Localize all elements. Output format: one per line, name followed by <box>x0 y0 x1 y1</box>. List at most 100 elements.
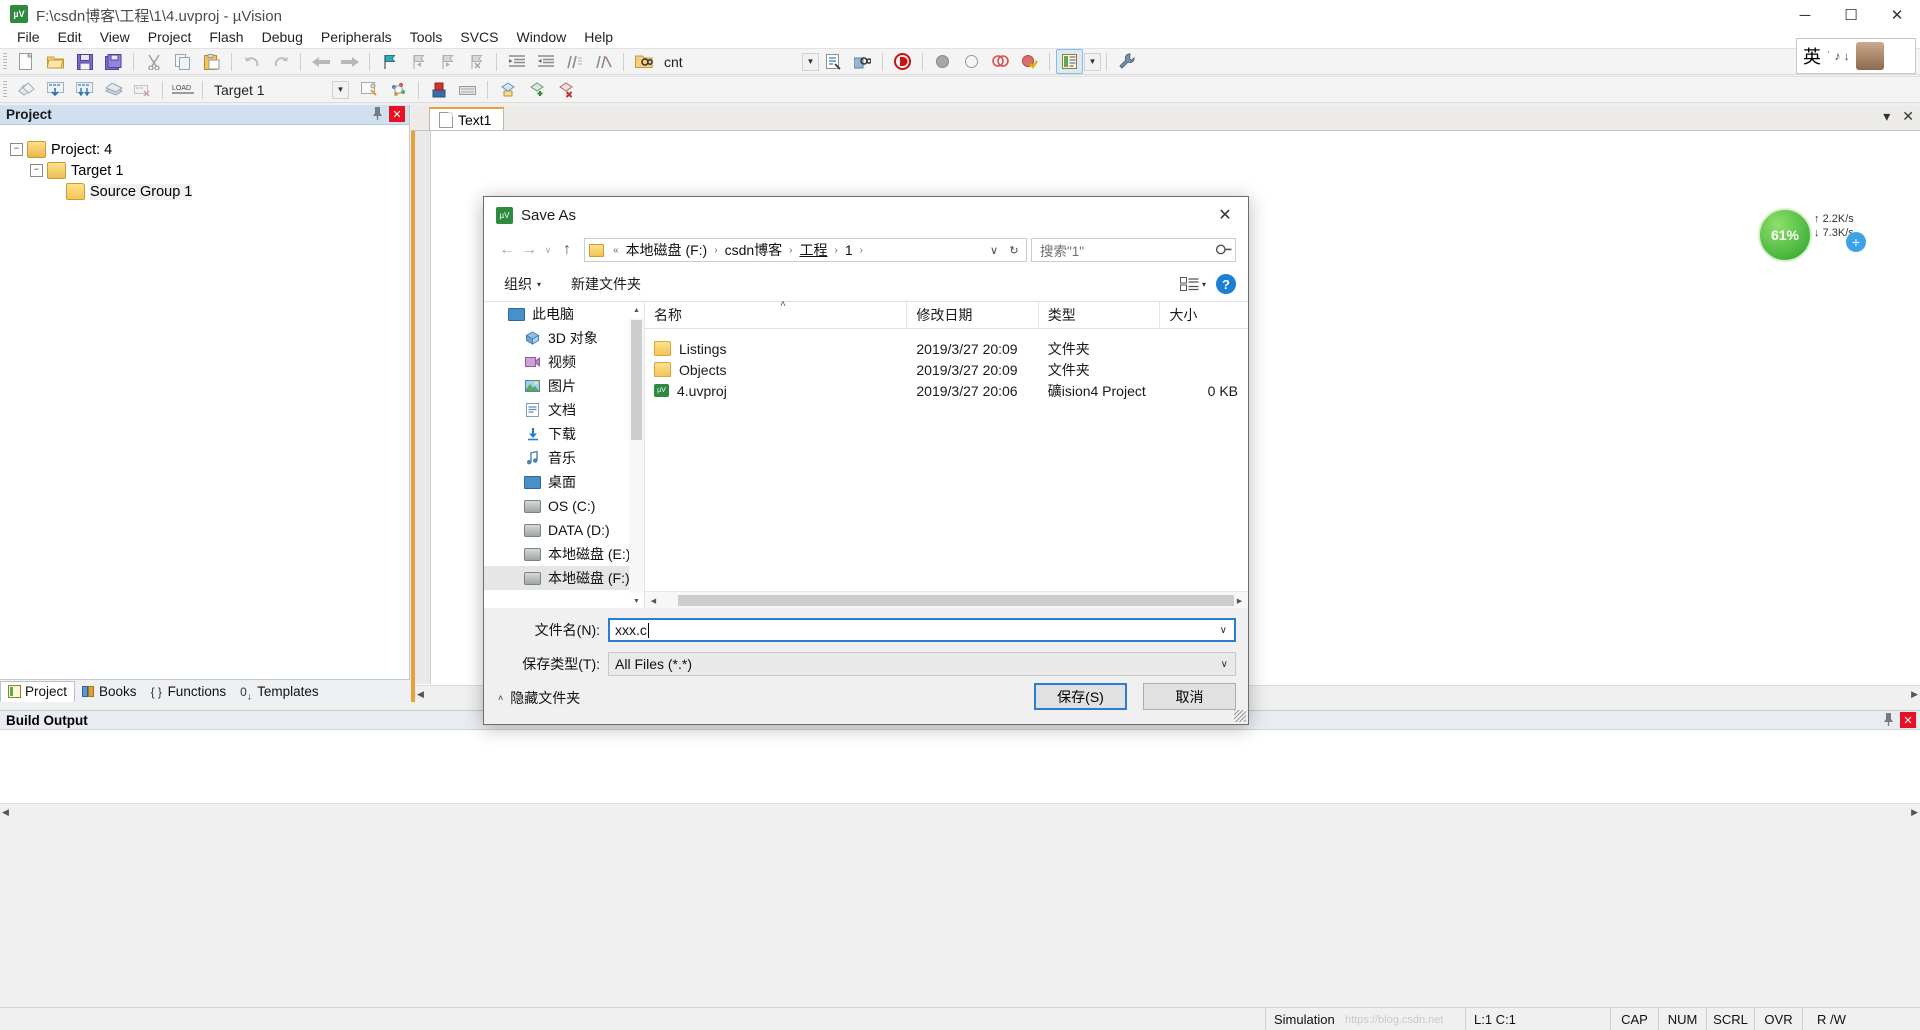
nav-item-this-pc[interactable]: 此电脑 <box>484 302 644 326</box>
manage-components-icon[interactable] <box>385 77 412 102</box>
tab-functions[interactable]: { } Functions <box>144 682 234 701</box>
breakpoint-icon[interactable] <box>929 49 956 74</box>
scroll-right-icon[interactable]: ▶ <box>1911 807 1918 818</box>
debug-icon[interactable] <box>889 49 916 74</box>
open-file-icon[interactable] <box>42 49 69 74</box>
breadcrumb-item-1[interactable]: csdn博客 <box>722 239 786 261</box>
breakpoint-kill-all-icon[interactable] <box>987 49 1014 74</box>
column-header-name[interactable]: 名称 ˄ <box>645 299 908 328</box>
outdent-icon[interactable] <box>532 49 559 74</box>
nav-item-documents[interactable]: 文档 <box>484 398 644 422</box>
menu-help[interactable]: Help <box>575 26 622 48</box>
nav-item-local-disk-f[interactable]: 本地磁盘 (F:) <box>484 566 644 590</box>
filetype-select[interactable]: All Files (*.*) ∨ <box>608 652 1236 676</box>
column-header-modified[interactable]: 修改日期 <box>907 302 1039 328</box>
back-button[interactable]: ← <box>496 238 518 262</box>
uncomment-icon[interactable] <box>590 49 617 74</box>
filename-input[interactable]: xxx.c ∨ <box>608 618 1236 642</box>
bookmark-next-icon[interactable] <box>434 49 461 74</box>
target-select-value[interactable]: Target 1 <box>208 82 332 98</box>
scroll-down-icon[interactable]: ▼ <box>629 593 644 609</box>
scroll-right-icon[interactable]: ▶ <box>1911 689 1918 700</box>
nav-item-music[interactable]: 音乐 <box>484 446 644 470</box>
rebuild-icon[interactable] <box>42 77 69 102</box>
incremental-find-icon[interactable] <box>820 49 847 74</box>
tree-node-target[interactable]: − Target 1 <box>8 160 409 181</box>
search-input[interactable]: 搜索"1" <box>1031 238 1236 262</box>
breadcrumb-separator[interactable]: › <box>710 245 721 256</box>
find-in-files-icon[interactable] <box>630 49 657 74</box>
navigation-pane-scrollbar[interactable]: ▲ ▼ <box>629 302 644 609</box>
dialog-close-button[interactable]: ✕ <box>1202 197 1248 233</box>
new-target-icon[interactable] <box>523 77 550 102</box>
chevron-down-icon[interactable]: ∨ <box>1220 625 1232 636</box>
comment-icon[interactable] <box>561 49 588 74</box>
save-icon[interactable] <box>71 49 98 74</box>
save-button[interactable]: 保存(S) <box>1034 683 1127 710</box>
nav-item-downloads[interactable]: 下载 <box>484 422 644 446</box>
navigate-forward-icon[interactable] <box>336 49 363 74</box>
hide-folders-toggle[interactable]: ˄ 隐藏文件夹 <box>498 688 580 708</box>
menu-tools[interactable]: Tools <box>401 26 452 48</box>
indent-icon[interactable] <box>503 49 530 74</box>
nav-item-local-disk-e[interactable]: 本地磁盘 (E:) <box>484 542 644 566</box>
target-select-dropdown[interactable]: ▼ <box>332 80 349 99</box>
scroll-left-icon[interactable]: ◀ <box>645 592 662 609</box>
breakpoint-disable-icon[interactable] <box>958 49 985 74</box>
tab-books[interactable]: Books <box>75 682 144 701</box>
menu-edit[interactable]: Edit <box>49 26 91 48</box>
menu-file[interactable]: File <box>8 26 49 48</box>
editor-minimize-button[interactable]: ▾ <box>1883 108 1890 125</box>
tab-templates[interactable]: 0↓ Templates <box>233 682 326 702</box>
close-icon[interactable]: ✕ <box>389 106 405 122</box>
scrollbar-thumb[interactable] <box>631 320 642 440</box>
manage-run-env-icon[interactable] <box>454 77 481 102</box>
up-button[interactable]: ↑ <box>556 238 578 262</box>
forward-button[interactable]: → <box>518 238 540 262</box>
breadcrumb-overflow-icon[interactable]: « <box>609 245 623 256</box>
nav-item-videos[interactable]: 视频 <box>484 350 644 374</box>
breadcrumb-separator[interactable]: › <box>856 245 867 256</box>
remove-target-icon[interactable] <box>552 77 579 102</box>
menu-peripherals[interactable]: Peripherals <box>312 26 401 48</box>
navigate-back-icon[interactable] <box>307 49 334 74</box>
undo-icon[interactable] <box>238 49 265 74</box>
scroll-left-icon[interactable]: ◀ <box>2 807 9 818</box>
configure-icon[interactable] <box>1113 49 1140 74</box>
editor-close-button[interactable]: ✕ <box>1902 108 1914 125</box>
save-all-icon[interactable] <box>100 49 127 74</box>
view-layout-icon[interactable]: ▾ <box>1179 277 1206 291</box>
scrollbar-thumb[interactable] <box>678 595 1234 606</box>
chevron-down-icon[interactable]: ∨ <box>1221 659 1233 670</box>
scrollbar-track[interactable] <box>662 592 1234 609</box>
redo-icon[interactable] <box>267 49 294 74</box>
tree-node-source-group[interactable]: Source Group 1 <box>8 181 409 202</box>
build-output-text[interactable] <box>0 731 1920 803</box>
toolbar-grip[interactable] <box>3 52 7 71</box>
stop-build-icon[interactable] <box>129 77 156 102</box>
chevron-down-icon[interactable]: ∨ <box>984 239 1004 261</box>
cancel-button[interactable]: 取消 <box>1143 683 1236 710</box>
project-window-icon[interactable] <box>1056 49 1083 74</box>
menu-view[interactable]: View <box>91 26 139 48</box>
network-speed-widget[interactable]: 61% ↑ 2.2K/s ↓ 7.3K/s + <box>1758 208 1866 262</box>
file-row-uvproj[interactable]: µV 4.uvproj 2019/3/27 20:06 礦ision4 Proj… <box>645 380 1248 401</box>
dialog-resize-grip[interactable] <box>1234 710 1246 722</box>
bookmark-clear-icon[interactable] <box>463 49 490 74</box>
nav-item-3d-objects[interactable]: 3D 对象 <box>484 326 644 350</box>
refresh-icon[interactable]: ↻ <box>1004 239 1024 261</box>
breadcrumb-item-0[interactable]: 本地磁盘 (F:) <box>623 239 711 261</box>
file-row-listings[interactable]: Listings 2019/3/27 20:09 文件夹 <box>645 338 1248 359</box>
pack-installer-icon[interactable] <box>425 77 452 102</box>
bookmark-toggle-icon[interactable] <box>376 49 403 74</box>
project-window-dropdown[interactable]: ▼ <box>1084 52 1101 71</box>
new-folder-button[interactable]: 新建文件夹 <box>563 271 649 297</box>
menu-debug[interactable]: Debug <box>253 26 312 48</box>
build-icon[interactable] <box>13 77 40 102</box>
toolbar-grip[interactable] <box>3 80 7 99</box>
scroll-up-icon[interactable]: ▲ <box>629 302 644 318</box>
column-header-size[interactable]: 大小 <box>1160 302 1248 328</box>
nav-item-pictures[interactable]: 图片 <box>484 374 644 398</box>
tab-project[interactable]: Project <box>0 680 76 702</box>
address-bar[interactable]: « 本地磁盘 (F:) › csdn博客 › 工程 › 1 › ∨ ↻ <box>584 238 1027 262</box>
